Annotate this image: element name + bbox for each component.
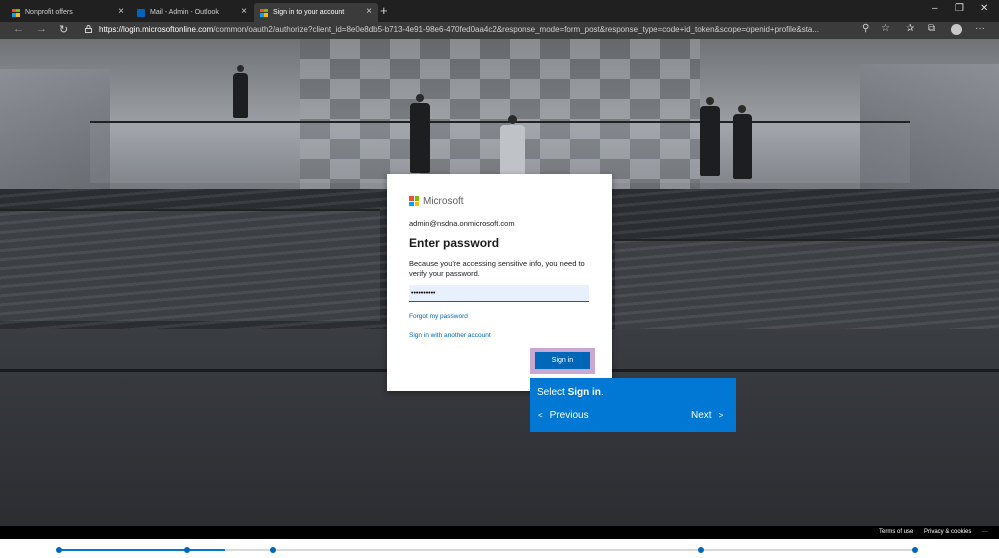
close-tab-icon[interactable]: × [366,6,372,17]
forward-icon[interactable]: → [36,23,47,35]
person [233,73,248,118]
person [508,115,517,124]
lower-left-railing [0,209,380,321]
timeline-step[interactable] [184,547,190,553]
person [500,125,525,175]
url-field[interactable]: https://login.microsoftonline.com/common… [99,25,859,34]
tab-nonprofit-offers[interactable]: Nonprofit offers × [6,3,130,22]
collections-icon[interactable]: ⧉ [928,23,935,34]
timeline-step[interactable] [698,547,704,553]
restore-icon[interactable]: ❐ [955,3,964,14]
password-input[interactable] [409,285,589,302]
back-icon[interactable]: ← [13,23,24,35]
person [733,114,752,179]
tab-title: Nonprofit offers [25,9,73,16]
chevron-right-icon: > [718,411,724,420]
windows-logo-icon [12,8,20,17]
dialog-description: Because you're accessing sensitive info,… [409,259,585,278]
minimize-icon[interactable]: – [932,3,938,14]
person [237,65,244,72]
timeline-step[interactable] [912,547,918,553]
other-account-link[interactable]: Sign in with another account [409,332,491,339]
close-tab-icon[interactable]: × [241,6,247,17]
sign-in-button[interactable]: Sign in [535,352,590,369]
chevron-left-icon: < [538,411,543,420]
guide-previous-label: Previous [549,410,589,421]
tab-sign-in[interactable]: Sign in to your account × [254,3,378,22]
new-tab-icon[interactable]: + [380,3,388,18]
guide-previous-button[interactable]: < Previous [538,410,589,421]
search-icon[interactable]: ⚲ [862,23,869,34]
close-tab-icon[interactable]: × [118,6,124,17]
lock-icon[interactable] [85,25,92,33]
person [738,105,746,113]
refresh-icon[interactable]: ↻ [59,23,68,36]
profile-avatar-icon[interactable] [951,24,962,35]
guide-prefix: Select [537,387,568,398]
url-host: https://login.microsoftonline.com [99,25,214,34]
timeline-step[interactable] [270,547,276,553]
account-identity: admin@nsdna.onmicrosoft.com [409,219,515,228]
person [410,103,430,173]
favorites-icon[interactable]: ✰ [906,23,914,34]
tab-title: Mail - Admin - Outlook [150,9,219,16]
favorite-star-icon[interactable]: ☆ [881,23,890,34]
forgot-password-link[interactable]: Forgot my password [409,313,468,320]
privacy-cookies-link[interactable]: Privacy & cookies [924,529,971,535]
url-path: /common/oauth2/authorize?client_id=8e0e8… [213,25,820,34]
person [416,94,424,102]
more-menu-icon[interactable]: ··· [975,23,985,34]
guide-next-button[interactable]: Next > [691,410,723,421]
timeline-progress [58,549,226,551]
outlook-icon [137,8,145,17]
tab-title: Sign in to your account [273,9,345,16]
timeline-step[interactable] [56,547,62,553]
guide-suffix: . [600,387,604,398]
page-footer [0,526,999,539]
person [700,106,720,176]
terms-of-use-link[interactable]: Terms of use [879,529,913,535]
guide-next-label: Next [691,410,712,421]
dialog-heading: Enter password [409,236,500,250]
microsoft-logo-icon [260,8,268,17]
microsoft-logo-icon [409,196,419,206]
guide-instruction: Select Sign in. [537,387,604,398]
close-window-icon[interactable]: ✕ [980,3,988,14]
brand-name: Microsoft [423,196,464,207]
tab-mail-outlook[interactable]: Mail - Admin - Outlook × [131,3,253,22]
footer-more-icon[interactable]: ··· [982,529,988,535]
person [706,97,714,105]
guide-target: Sign in [567,387,601,398]
